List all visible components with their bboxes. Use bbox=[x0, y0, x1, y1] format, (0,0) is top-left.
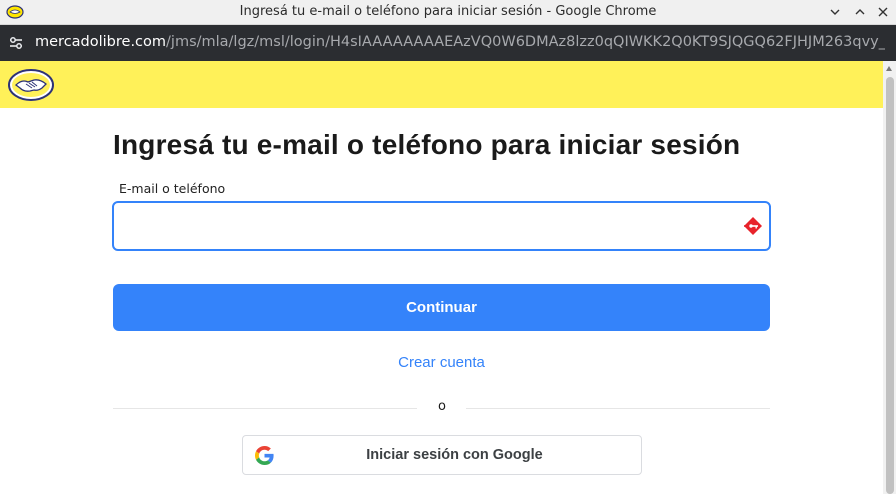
email-field[interactable] bbox=[112, 201, 771, 251]
email-field-label: E-mail o teléfono bbox=[119, 181, 226, 196]
url-host: mercadolibre.com bbox=[35, 34, 167, 50]
divider-line-left bbox=[113, 408, 417, 409]
chevron-down-icon[interactable] bbox=[826, 3, 844, 21]
page-content: Ingresá tu e-mail o teléfono para inicia… bbox=[0, 61, 883, 494]
scroll-up-arrow-icon[interactable] bbox=[886, 66, 892, 71]
site-header bbox=[0, 61, 883, 108]
divider-or-text: o bbox=[438, 399, 446, 414]
divider-line-right bbox=[466, 408, 770, 409]
close-icon[interactable] bbox=[874, 3, 892, 21]
continue-button[interactable]: Continuar bbox=[113, 284, 770, 331]
google-signin-button[interactable]: Iniciar sesión con Google bbox=[242, 435, 642, 475]
google-signin-label: Iniciar sesión con Google bbox=[366, 447, 543, 463]
create-account-link[interactable]: Crear cuenta bbox=[0, 354, 883, 371]
window-titlebar: Ingresá tu e-mail o teléfono para inicia… bbox=[0, 0, 896, 25]
create-account-label[interactable]: Crear cuenta bbox=[398, 354, 485, 371]
url-path: /jms/mla/lgz/msl/login/H4sIAAAAAAAAEAzVQ… bbox=[166, 34, 885, 50]
window-title: Ingresá tu e-mail o teléfono para inicia… bbox=[239, 4, 657, 19]
mercadolibre-logo-icon[interactable] bbox=[8, 69, 54, 101]
chevron-up-icon[interactable] bbox=[851, 3, 869, 21]
email-input[interactable] bbox=[124, 203, 724, 247]
scrollbar-thumb[interactable] bbox=[886, 77, 894, 494]
url-text[interactable]: mercadolibre.com/jms/mla/lgz/msl/login/H… bbox=[35, 34, 885, 50]
scrollbar[interactable] bbox=[883, 61, 896, 494]
address-bar[interactable]: mercadolibre.com/jms/mla/lgz/msl/login/H… bbox=[0, 25, 896, 61]
site-info-icon[interactable] bbox=[6, 33, 26, 53]
page-title: Ingresá tu e-mail o teléfono para inicia… bbox=[113, 129, 741, 160]
password-manager-icon[interactable] bbox=[743, 216, 763, 236]
